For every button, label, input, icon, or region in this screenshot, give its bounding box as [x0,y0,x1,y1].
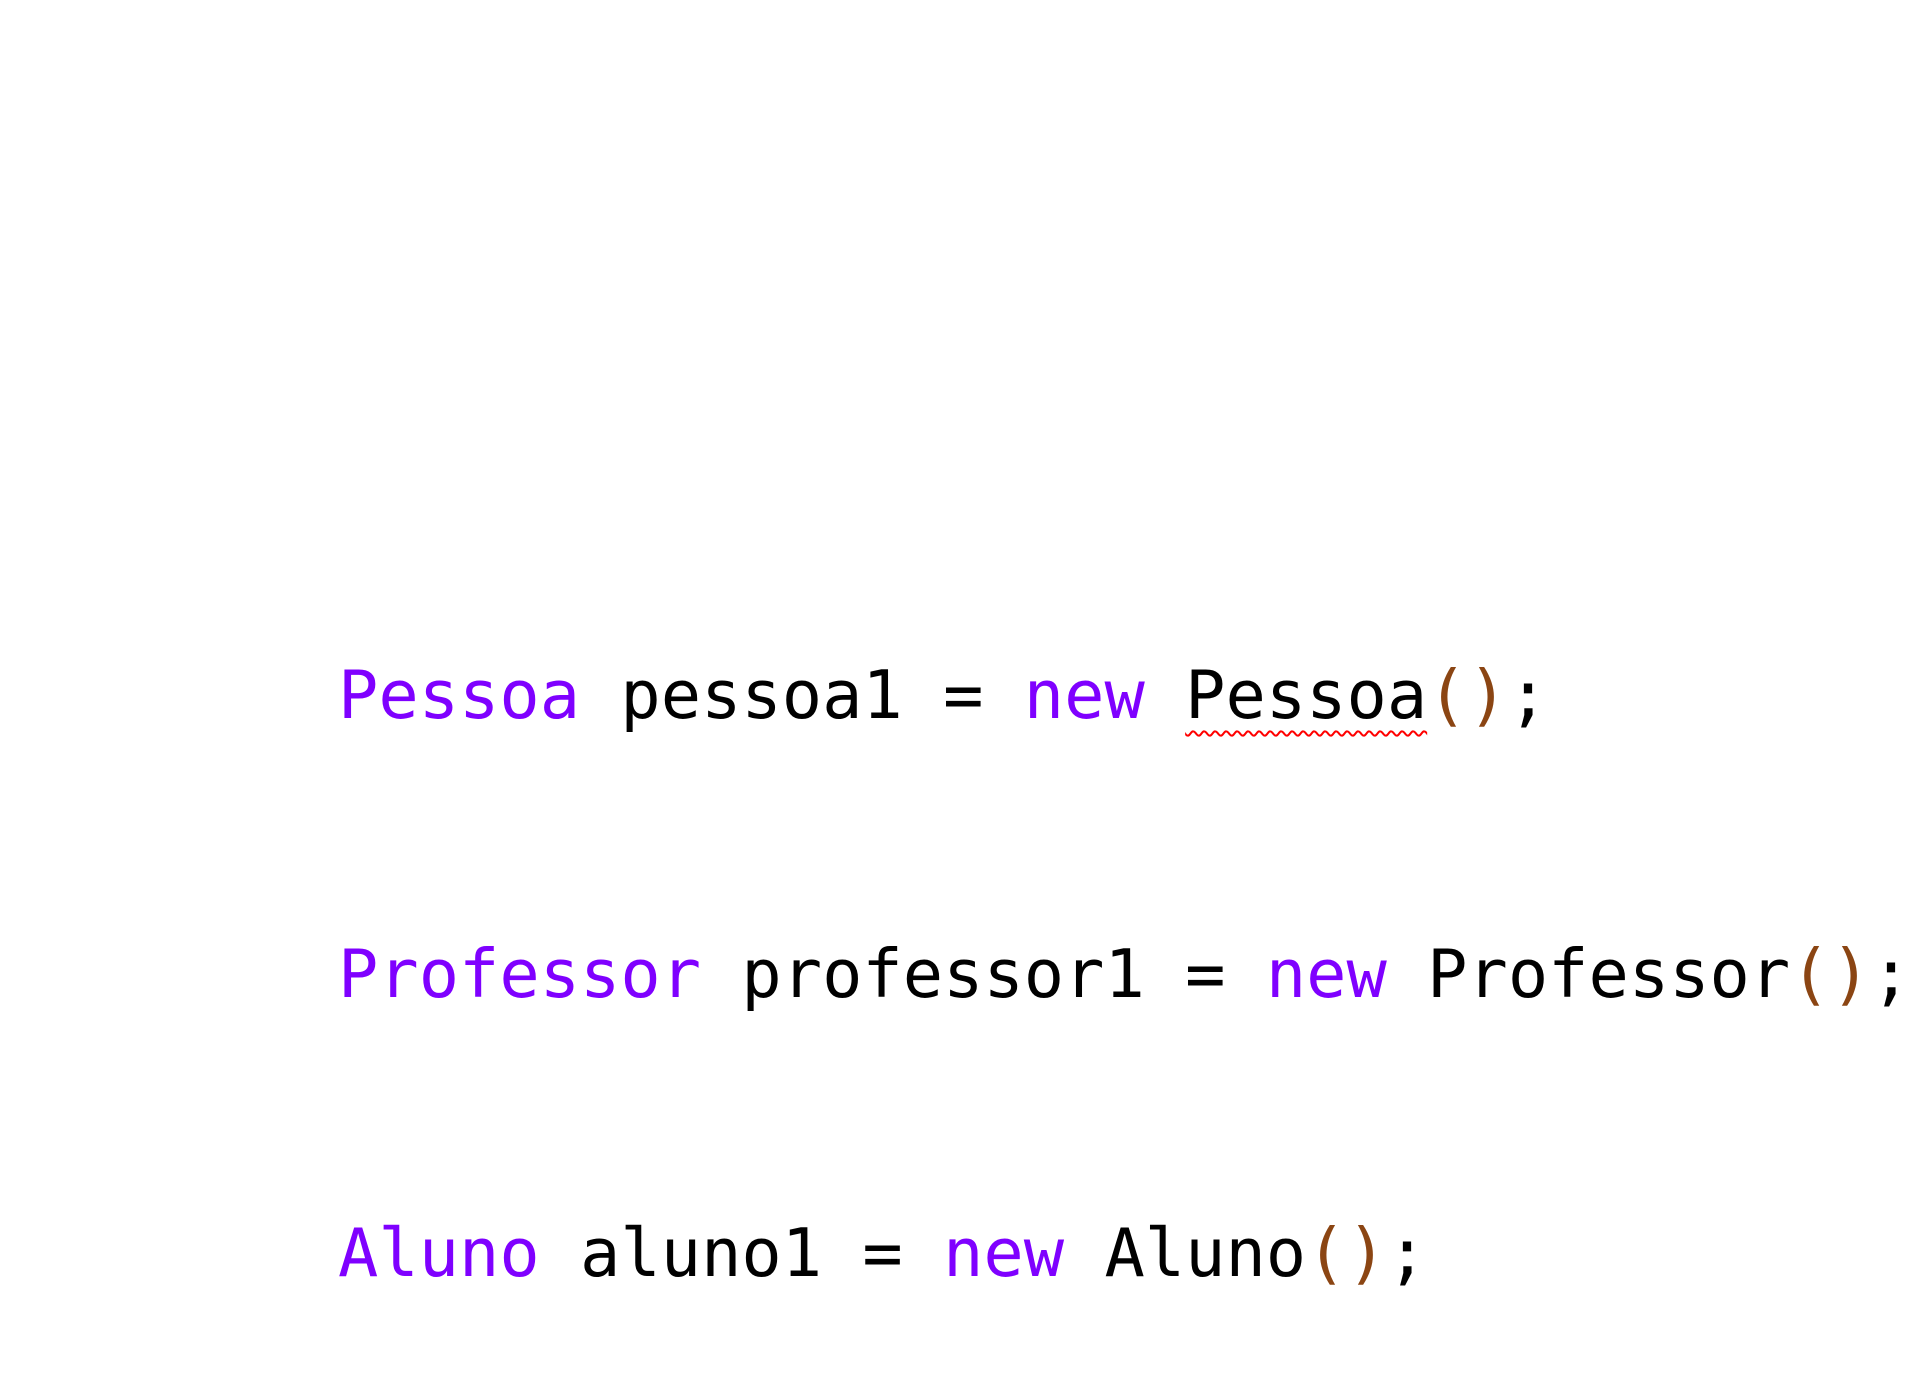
token-semicolon: ; [1386,1214,1428,1292]
code-editor[interactable]: Pessoa pessoa1 = new Pessoa(); Professor… [0,0,1920,1292]
token-semicolon: ; [1507,656,1549,734]
token-type: Professor [338,935,702,1013]
token-type: Pessoa [338,656,581,734]
code-line-3[interactable]: Aluno aluno1 = new Aluno(); [96,1114,1911,1292]
code-line-2[interactable]: Professor professor1 = new Professor(); [96,835,1911,1013]
token-parens: () [1427,656,1508,734]
token-semicolon: ; [1870,935,1912,1013]
token-identifier: Professor [1386,935,1791,1013]
token-keyword: new [1265,935,1387,1013]
code-line-1[interactable]: Pessoa pessoa1 = new Pessoa(); [96,556,1911,734]
token-identifier: pessoa1 = [580,656,1024,734]
token-keyword: new [943,1214,1065,1292]
token-keyword: new [1023,656,1145,734]
token-identifier: aluno1 = [539,1214,944,1292]
code-block[interactable]: Pessoa pessoa1 = new Pessoa(); Professor… [96,370,1911,1393]
token-identifier: Aluno [1064,1214,1307,1292]
token-error-identifier[interactable]: Pessoa [1185,656,1427,734]
token-identifier: professor1 = [701,935,1266,1013]
token-parens: () [1790,935,1871,1013]
token-type: Aluno [338,1214,540,1292]
token-parens: () [1306,1214,1387,1292]
